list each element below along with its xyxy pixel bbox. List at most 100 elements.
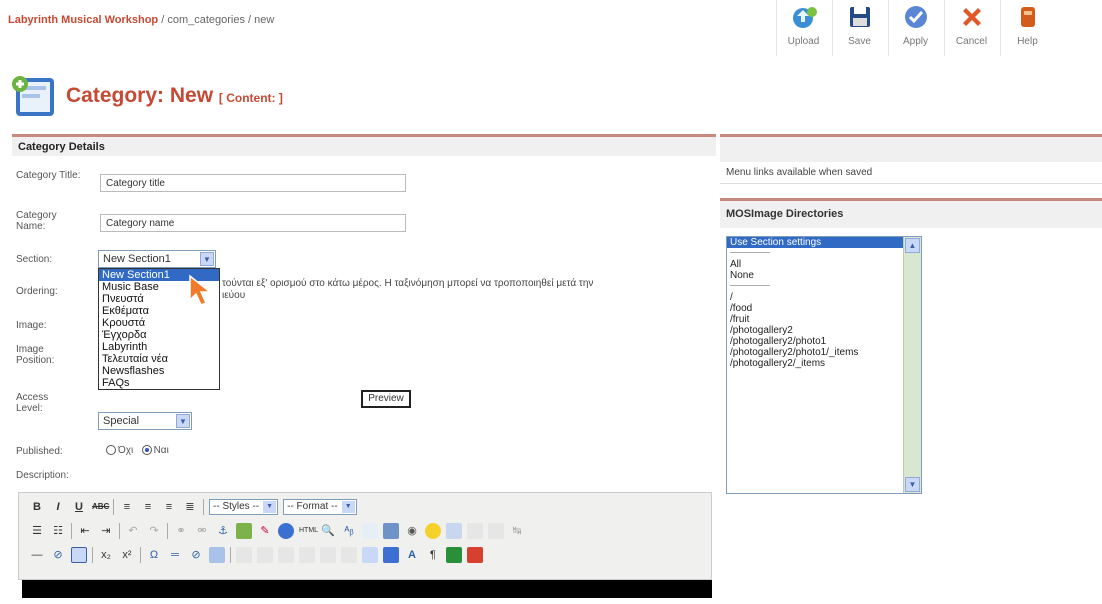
- chevron-down-icon[interactable]: ▼: [341, 501, 355, 513]
- list-item[interactable]: /photogallery2: [727, 325, 905, 336]
- special-char-icon[interactable]: Ω: [146, 547, 162, 563]
- table-col-icon[interactable]: [257, 547, 273, 563]
- list-item[interactable]: /photogallery2/photo1: [727, 336, 905, 347]
- link-icon[interactable]: ⚭: [173, 523, 189, 539]
- published-yes-radio[interactable]: [141, 445, 152, 456]
- cancel-button[interactable]: Cancel: [944, 0, 998, 56]
- indent-icon[interactable]: ⇥: [98, 523, 114, 539]
- unlink-icon[interactable]: ⚮: [194, 523, 210, 539]
- print-icon[interactable]: [467, 523, 483, 539]
- published-no-radio[interactable]: [106, 445, 116, 456]
- apply-button[interactable]: Apply: [888, 0, 942, 56]
- anchor-icon[interactable]: ⚓: [215, 523, 231, 539]
- align-right-icon[interactable]: ≡: [161, 499, 177, 515]
- align-justify-icon[interactable]: ≣: [182, 499, 198, 515]
- styles-select-value: -- Styles --: [213, 501, 260, 512]
- pdf-icon[interactable]: [467, 547, 483, 563]
- rich-text-editor: B I U ABC ≡ ≡ ≡ ≣ -- Styles -- ▼ -- Forma…: [18, 492, 712, 580]
- undo-icon[interactable]: ↶: [125, 523, 141, 539]
- chevron-down-icon[interactable]: ▼: [200, 252, 214, 266]
- section-option[interactable]: Έγχορδα: [99, 329, 219, 341]
- preview-icon[interactable]: ◉: [404, 523, 420, 539]
- format-select[interactable]: -- Format -- ▼: [283, 499, 357, 515]
- chevron-down-icon[interactable]: ▼: [263, 501, 277, 513]
- table-icon[interactable]: [71, 547, 87, 563]
- list-item[interactable]: All: [727, 259, 905, 270]
- list-item[interactable]: None: [727, 270, 905, 281]
- redo-icon[interactable]: ↷: [146, 523, 162, 539]
- replace-icon[interactable]: ᴬᵦ: [341, 523, 357, 539]
- preview-button[interactable]: Preview: [361, 390, 411, 408]
- scroll-down-icon[interactable]: ▼: [905, 477, 920, 492]
- help-button[interactable]: Help: [1000, 0, 1054, 56]
- list-item[interactable]: --------------------: [727, 281, 905, 292]
- emoticon-icon[interactable]: [425, 523, 441, 539]
- toolbar: Upload Save Apply Cancel Help: [776, 0, 1056, 58]
- section-option[interactable]: FAQs: [99, 377, 219, 389]
- fullscreen-icon[interactable]: [383, 547, 399, 563]
- list-item[interactable]: /photogallery2/_items: [727, 358, 905, 369]
- subscript-icon[interactable]: x₂: [98, 547, 114, 563]
- table-row-icon[interactable]: [236, 547, 252, 563]
- section-option[interactable]: Τελευταία νέα: [99, 353, 219, 365]
- outdent-icon[interactable]: ⇤: [77, 523, 93, 539]
- upload-button[interactable]: Upload: [776, 0, 830, 56]
- mosimage-directory-list[interactable]: Use Section settings -------------------…: [726, 236, 922, 494]
- scroll-up-icon[interactable]: ▲: [905, 238, 920, 253]
- time-icon[interactable]: [383, 523, 399, 539]
- cleanup-icon[interactable]: ✎: [257, 523, 273, 539]
- editor-content-area[interactable]: [22, 580, 712, 598]
- section-option[interactable]: Labyrinth: [99, 341, 219, 353]
- layer-icon[interactable]: [362, 547, 378, 563]
- cancel-label: Cancel: [955, 36, 988, 47]
- hr-icon[interactable]: —: [29, 547, 45, 563]
- title-field[interactable]: Category title: [100, 174, 406, 192]
- numbered-list-icon[interactable]: ☷: [50, 523, 66, 539]
- paste-icon[interactable]: [488, 523, 504, 539]
- directory-scrollbar[interactable]: ▲ ▼: [903, 237, 921, 493]
- strikethrough-button[interactable]: ABC: [92, 499, 109, 515]
- search-icon[interactable]: 🔍: [320, 523, 336, 539]
- insert-icon[interactable]: [209, 547, 225, 563]
- chevron-down-icon[interactable]: ▼: [176, 414, 190, 428]
- save-button[interactable]: Save: [832, 0, 886, 56]
- superscript-icon[interactable]: x²: [119, 547, 135, 563]
- section-select[interactable]: New Section1 ▼: [98, 250, 216, 268]
- remove-format-icon[interactable]: ⊘: [50, 547, 66, 563]
- styles-select[interactable]: -- Styles -- ▼: [209, 499, 279, 515]
- breadcrumb-site[interactable]: Labyrinth Musical Workshop: [8, 14, 158, 26]
- date-icon[interactable]: [362, 523, 378, 539]
- list-item[interactable]: /fruit: [727, 314, 905, 325]
- section-option[interactable]: Newsflashes: [99, 365, 219, 377]
- list-item[interactable]: --------------------: [727, 248, 905, 259]
- name-field[interactable]: Category name: [100, 214, 406, 232]
- delete-col-icon[interactable]: [341, 547, 357, 563]
- direction-icon[interactable]: ↹: [509, 523, 525, 539]
- section-option[interactable]: Κρουστά: [99, 317, 219, 329]
- section-select-value: New Section1: [103, 253, 171, 265]
- style-props-icon[interactable]: A: [404, 547, 420, 563]
- section-label: Section:: [16, 254, 53, 265]
- italic-button[interactable]: I: [50, 499, 66, 515]
- list-item[interactable]: /food: [727, 303, 905, 314]
- visual-aid-icon[interactable]: ⊘: [188, 547, 204, 563]
- bullet-list-icon[interactable]: ☰: [29, 523, 45, 539]
- align-center-icon[interactable]: ≡: [140, 499, 156, 515]
- template-icon[interactable]: [446, 547, 462, 563]
- horizontal-rule-icon[interactable]: ═: [167, 547, 183, 563]
- list-item[interactable]: Use Section settings: [727, 237, 905, 248]
- merge-cells-icon[interactable]: [278, 547, 294, 563]
- help-icon[interactable]: [278, 523, 294, 539]
- delete-row-icon[interactable]: [320, 547, 336, 563]
- access-level-select[interactable]: Special ▼: [98, 412, 192, 430]
- align-left-icon[interactable]: ≡: [119, 499, 135, 515]
- list-item[interactable]: /photogallery2/photo1/_items: [727, 347, 905, 358]
- underline-button[interactable]: U: [71, 499, 87, 515]
- pilcrow-icon[interactable]: ¶: [425, 547, 441, 563]
- media-icon[interactable]: [446, 523, 462, 539]
- bold-button[interactable]: B: [29, 499, 45, 515]
- image-icon[interactable]: [236, 523, 252, 539]
- split-cells-icon[interactable]: [299, 547, 315, 563]
- html-icon[interactable]: HTML: [299, 523, 318, 539]
- list-item[interactable]: /: [727, 292, 905, 303]
